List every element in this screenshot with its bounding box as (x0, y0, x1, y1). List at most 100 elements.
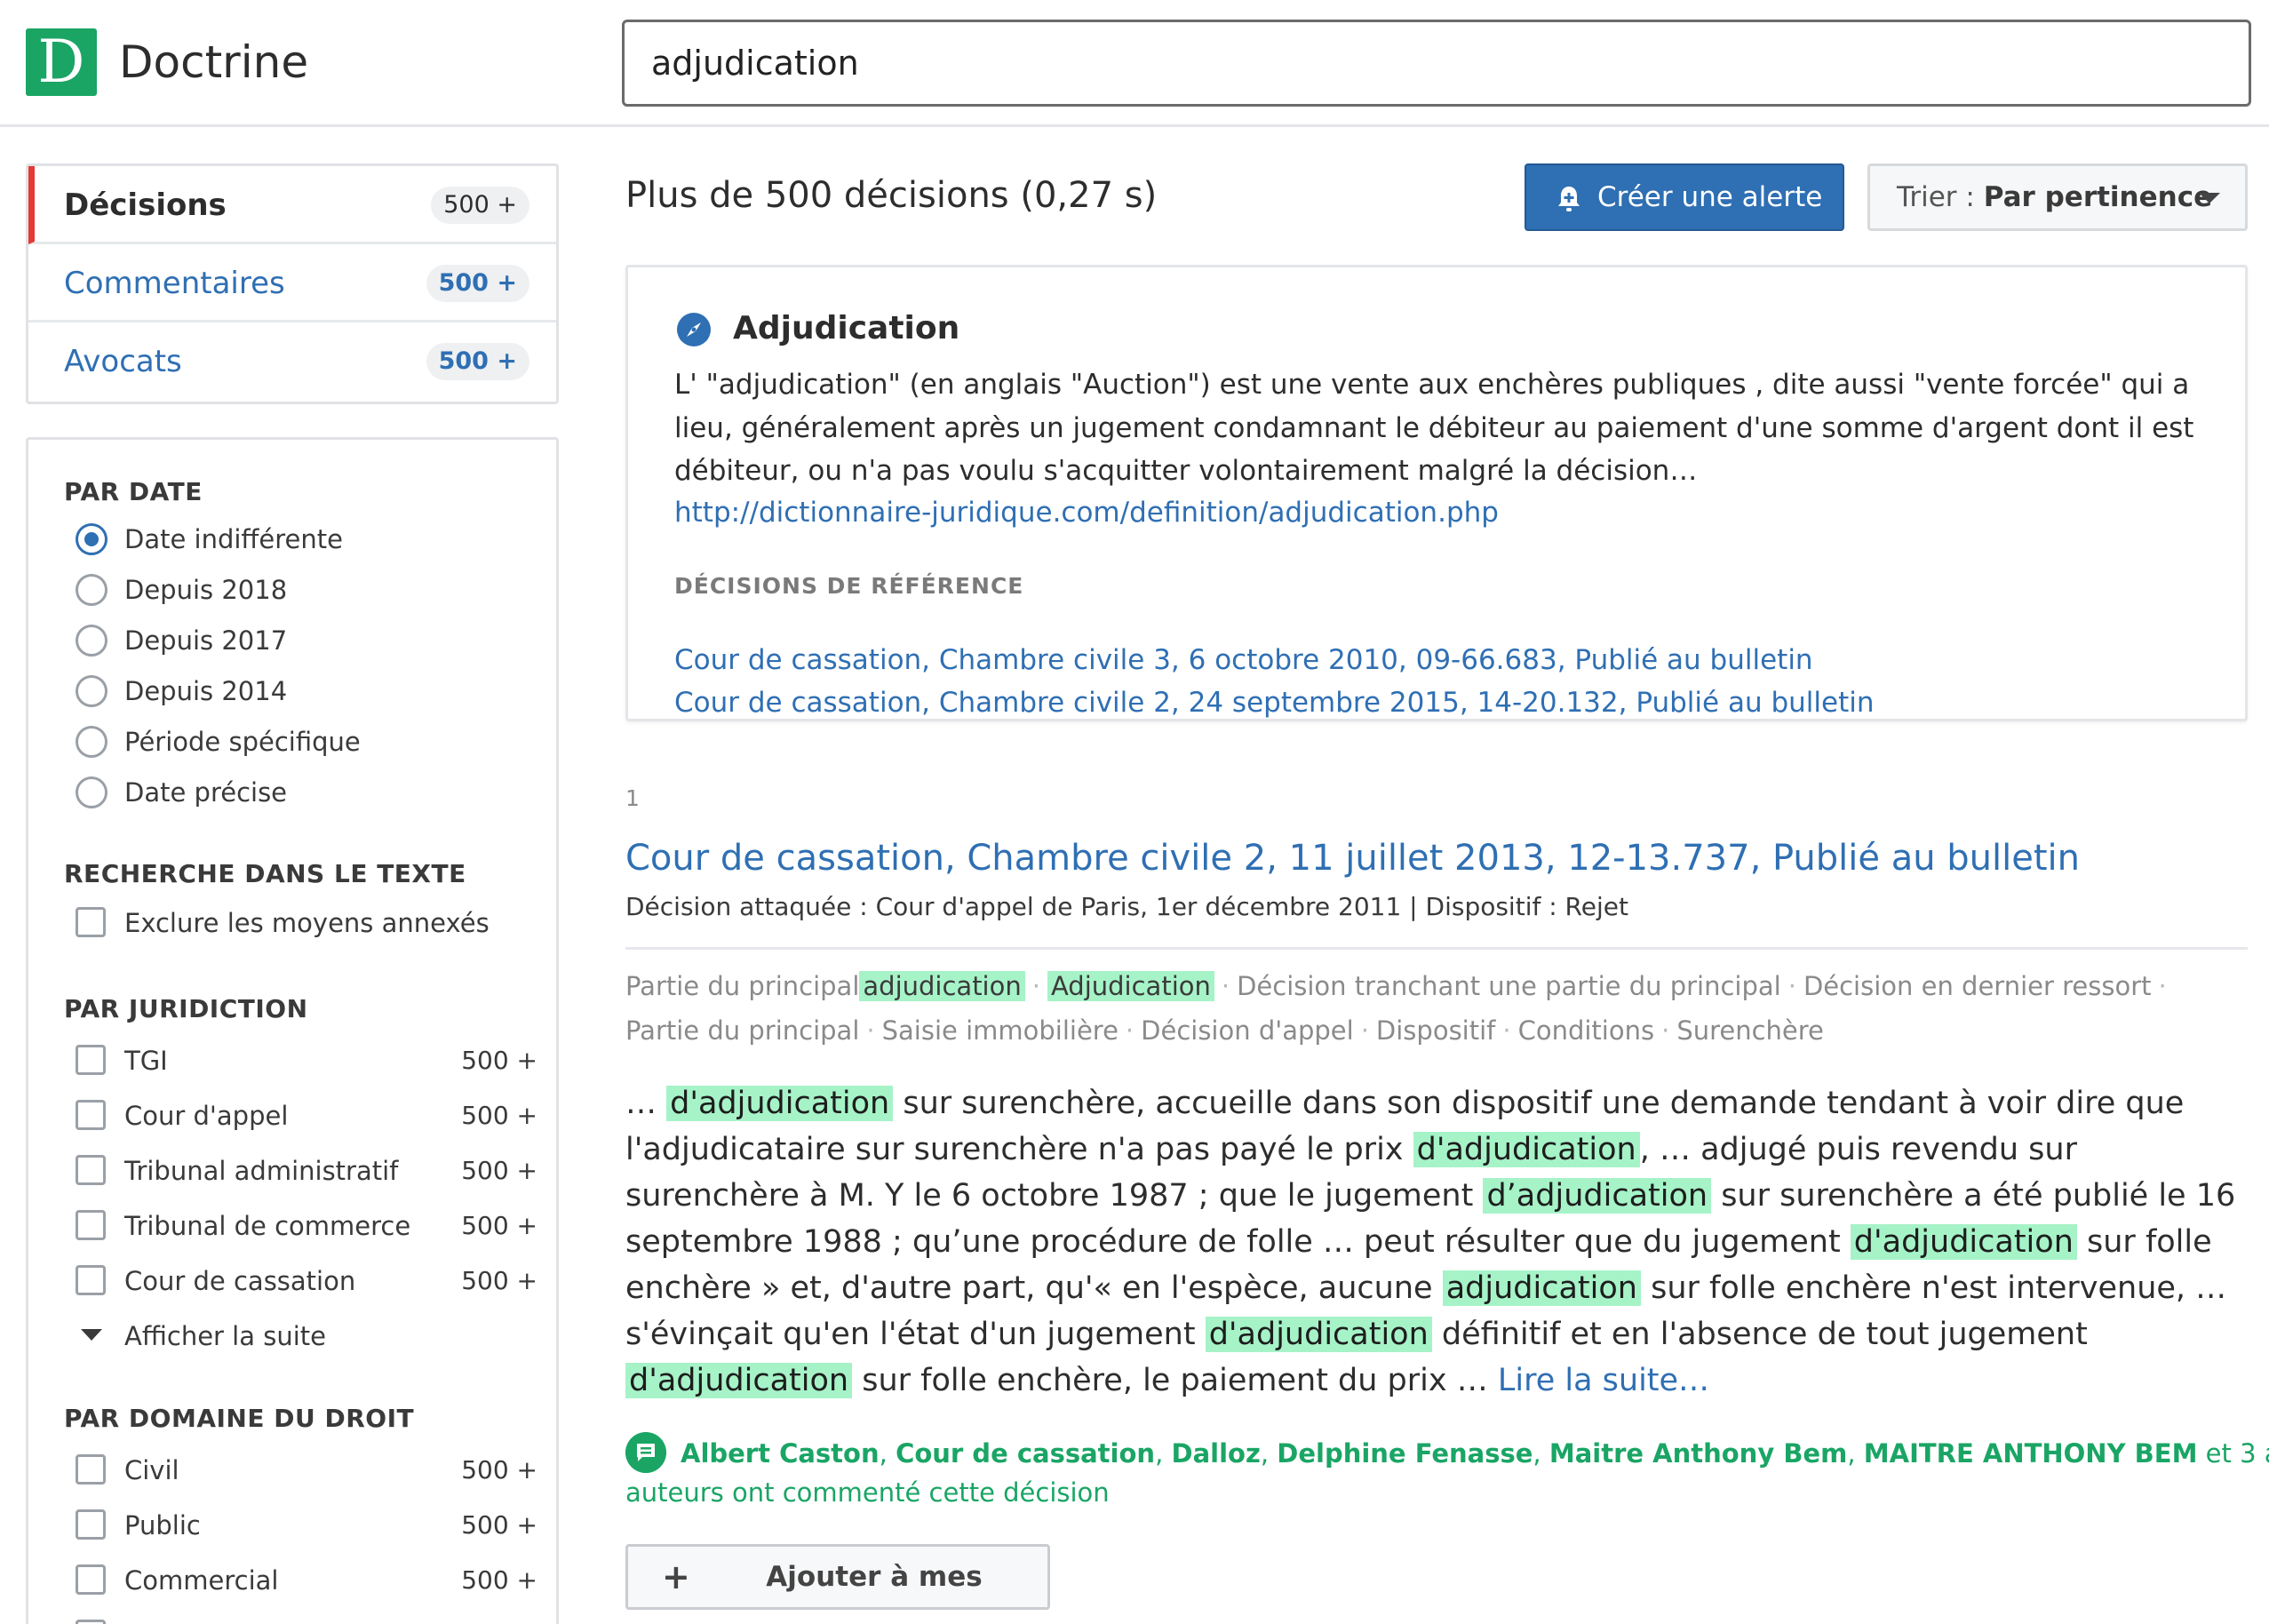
definition-card: Adjudication L' "adjudication" (en angla… (625, 265, 2248, 721)
date-option-any[interactable]: Date indifférente (76, 520, 537, 559)
option-count: 500 + (461, 1156, 537, 1185)
option-label: Période spécifique (124, 727, 361, 757)
jurisdiction-option-tgi[interactable]: TGI 500 + (76, 1041, 537, 1080)
radio-button[interactable] (76, 776, 107, 808)
tag-highlight[interactable]: adjudication (859, 971, 1025, 1001)
option-count: 500 + (461, 1455, 537, 1485)
top-header: D Doctrine (0, 0, 2269, 127)
domain-option-commercial[interactable]: Commercial 500 + (76, 1561, 537, 1600)
results-count-title: Plus de 500 décisions (0,27 s) (625, 175, 1158, 216)
domain-option-next[interactable] (76, 1616, 537, 1624)
commenter-link[interactable]: Albert Caston (681, 1438, 880, 1469)
tag[interactable]: Saisie immobilière (882, 1015, 1119, 1046)
option-label: Cour d'appel (124, 1101, 289, 1131)
result-title-link[interactable]: Cour de cassation, Chambre civile 2, 11 … (625, 832, 2080, 885)
brand-name[interactable]: Doctrine (119, 34, 308, 91)
tag[interactable]: Partie du principal (625, 971, 859, 1001)
tag-separator: · (866, 1015, 875, 1046)
bell-plus-icon (1558, 187, 1580, 211)
checkbox[interactable] (76, 1265, 106, 1295)
commenter-separator: , (1155, 1438, 1172, 1469)
tag[interactable]: Partie du principal (625, 1015, 859, 1046)
tag-separator: · (2158, 971, 2167, 1001)
commenter-link[interactable]: Dalloz (1172, 1438, 1261, 1469)
checkbox[interactable] (76, 1454, 106, 1485)
radio-button[interactable] (76, 574, 107, 606)
option-label: Commercial (124, 1565, 279, 1596)
compass-icon (677, 313, 711, 346)
excerpt-highlight: d'adjudication (1205, 1317, 1432, 1352)
commenters-line: Albert Caston, Cour de cassation, Dalloz… (681, 1434, 2269, 1473)
date-option-2018[interactable]: Depuis 2018 (76, 570, 537, 609)
add-to-folders-button[interactable]: + Ajouter à mes dossiers (625, 1544, 1050, 1624)
reference-decision-link[interactable]: Cour de cassation, Chambre civile 2, 24 … (674, 681, 1875, 724)
tag[interactable]: Décision tranchant une partie du princip… (1237, 971, 1781, 1001)
checkbox[interactable] (76, 1564, 106, 1595)
reference-decisions-heading: DÉCISIONS DE RÉFÉRENCE (674, 573, 1024, 599)
jurisdiction-option-tribunal-administratif[interactable]: Tribunal administratif 500 + (76, 1151, 537, 1190)
radio-button[interactable] (76, 675, 107, 707)
nav-item-decisions[interactable]: Décisions 500 + (28, 166, 556, 244)
nav-item-commentaires[interactable]: Commentaires 500 + (28, 244, 556, 322)
date-option-exact[interactable]: Date précise (76, 773, 537, 812)
logo-letter: D (37, 28, 85, 96)
tag-highlight[interactable]: Adjudication (1047, 971, 1214, 1001)
filter-heading-date: PAR DATE (64, 477, 203, 506)
domain-option-public[interactable]: Public 500 + (76, 1506, 537, 1545)
tag-separator: · (1502, 1015, 1511, 1046)
jurisdiction-option-cour-cassation[interactable]: Cour de cassation 500 + (76, 1262, 537, 1301)
tag[interactable]: Dispositif (1376, 1015, 1495, 1046)
sort-dropdown[interactable]: Trier : Par pertinence (1867, 163, 2248, 231)
commenter-link[interactable]: Cour de cassation (896, 1438, 1155, 1469)
excerpt-highlight: d’adjudication (1483, 1178, 1712, 1214)
triangle-down-icon (2199, 193, 2220, 203)
definition-source-link[interactable]: http://dictionnaire-juridique.com/defini… (674, 491, 1499, 534)
search-input[interactable] (622, 20, 2251, 107)
radio-button-selected[interactable] (76, 523, 107, 555)
divider (625, 947, 2248, 950)
tag-separator: · (1661, 1015, 1670, 1046)
reference-decision-link[interactable]: Cour de cassation, Chambre civile 3, 6 o… (674, 639, 1813, 681)
checkbox[interactable] (76, 907, 106, 937)
filter-heading-domain: PAR DOMAINE DU DROIT (64, 1404, 415, 1433)
tag[interactable]: Décision d'appel (1141, 1015, 1354, 1046)
option-label: Tribunal de commerce (124, 1211, 411, 1241)
domain-option-civil[interactable]: Civil 500 + (76, 1451, 537, 1490)
checkbox[interactable] (76, 1620, 106, 1624)
commenter-link[interactable]: MAITRE ANTHONY BEM (1864, 1438, 2198, 1469)
commenter-link[interactable]: Maitre Anthony Bem (1549, 1438, 1847, 1469)
date-option-2017[interactable]: Depuis 2017 (76, 621, 537, 660)
checkbox[interactable] (76, 1100, 106, 1130)
option-label: TGI (124, 1046, 168, 1076)
doctrine-logo[interactable]: D (26, 28, 97, 96)
radio-button[interactable] (76, 625, 107, 657)
excerpt-highlight: adjudication (1442, 1270, 1641, 1306)
tag[interactable]: Surenchère (1676, 1015, 1824, 1046)
read-more-link[interactable]: Lire la suite… (1498, 1363, 1709, 1398)
result-index: 1 (625, 785, 640, 811)
create-alert-button[interactable]: Créer une alerte (1525, 163, 1844, 231)
tag-separator: · (1031, 971, 1040, 1001)
tag[interactable]: Conditions (1518, 1015, 1655, 1046)
plus-icon: + (662, 1557, 690, 1596)
checkbox[interactable] (76, 1155, 106, 1185)
jurisdiction-option-tribunal-commerce[interactable]: Tribunal de commerce 500 + (76, 1206, 537, 1246)
count-badge: 500 + (426, 343, 529, 380)
caret-down-icon (81, 1329, 102, 1341)
tag[interactable]: Décision en dernier ressort (1803, 971, 2152, 1001)
checkbox[interactable] (76, 1045, 106, 1075)
tag-separator: · (1221, 971, 1230, 1001)
more-commenters-link[interactable]: et 3 autres (2197, 1438, 2269, 1469)
jurisdiction-option-cour-appel[interactable]: Cour d'appel 500 + (76, 1096, 537, 1135)
excerpt-highlight: d'adjudication (1850, 1224, 2077, 1260)
commenter-link[interactable]: Delphine Fenasse (1277, 1438, 1533, 1469)
nav-item-avocats[interactable]: Avocats 500 + (28, 322, 556, 401)
exclude-annexes-option[interactable]: Exclure les moyens annexés (76, 904, 537, 943)
show-more-jurisdictions[interactable]: Afficher la suite (76, 1317, 537, 1356)
radio-button[interactable] (76, 726, 107, 758)
checkbox[interactable] (76, 1509, 106, 1540)
date-option-period[interactable]: Période spécifique (76, 722, 537, 761)
date-option-2014[interactable]: Depuis 2014 (76, 672, 537, 711)
checkbox[interactable] (76, 1210, 106, 1240)
sort-prefix: Trier : (1897, 181, 1984, 213)
